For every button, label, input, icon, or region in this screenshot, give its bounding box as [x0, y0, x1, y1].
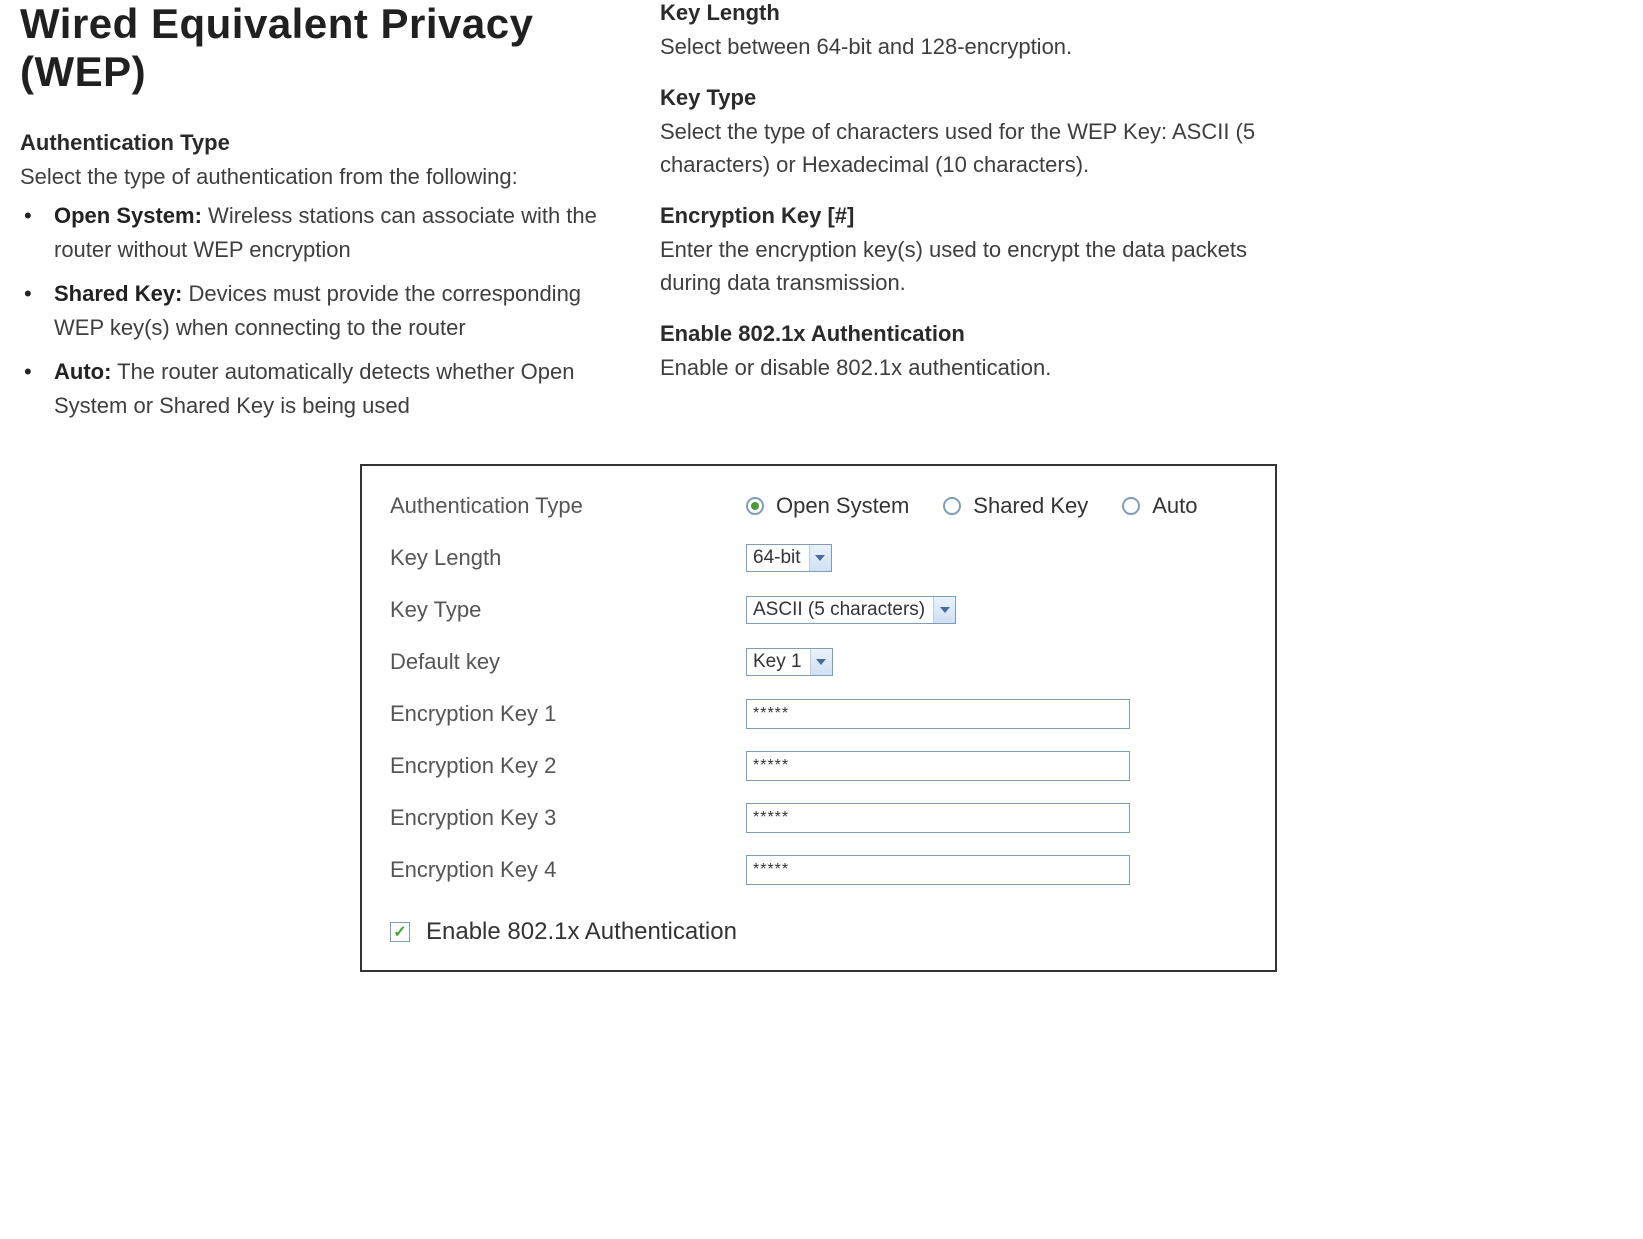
body-8021x: Enable or disable 802.1x authentication. [660, 351, 1280, 384]
body-key-length: Select between 64-bit and 128-encryption… [660, 30, 1280, 63]
select-key-length[interactable]: 64-bit [746, 544, 832, 572]
radio-shared-key-label: Shared Key [973, 493, 1088, 519]
input-encryption-key-2[interactable] [746, 751, 1130, 781]
heading-key-type: Key Type [660, 85, 1280, 111]
list-item: Auto: The router automatically detects w… [20, 355, 620, 423]
label-key-length: Key Length [390, 545, 746, 571]
radio-auto-label: Auto [1152, 493, 1197, 519]
label-ek1: Encryption Key 1 [390, 701, 746, 727]
radio-shared-key[interactable] [943, 497, 961, 515]
label-ek4: Encryption Key 4 [390, 857, 746, 883]
heading-encryption-key: Encryption Key [#] [660, 203, 1280, 229]
radio-open-system[interactable] [746, 497, 764, 515]
heading-8021x: Enable 802.1x Authentication [660, 321, 1280, 347]
heading-auth-type: Authentication Type [20, 130, 620, 156]
body-key-type: Select the type of characters used for t… [660, 115, 1280, 181]
input-encryption-key-3[interactable] [746, 803, 1130, 833]
list-item: Open System: Wireless stations can assoc… [20, 199, 620, 267]
radio-open-system-label: Open System [776, 493, 909, 519]
heading-key-length: Key Length [660, 0, 1280, 26]
select-key-type-value: ASCII (5 characters) [747, 599, 933, 621]
checkbox-enable-8021x[interactable]: ✓ [390, 922, 410, 942]
select-key-type[interactable]: ASCII (5 characters) [746, 596, 956, 624]
body-encryption-key: Enter the encryption key(s) used to encr… [660, 233, 1280, 299]
label-default-key: Default key [390, 649, 746, 675]
list-item: Shared Key: Devices must provide the cor… [20, 277, 620, 345]
label-auth-type: Authentication Type [390, 493, 746, 519]
chevron-down-icon [933, 597, 955, 623]
checkbox-enable-8021x-label: Enable 802.1x Authentication [426, 918, 737, 946]
input-encryption-key-1[interactable] [746, 699, 1130, 729]
radio-auto[interactable] [1122, 497, 1140, 515]
select-default-key[interactable]: Key 1 [746, 648, 833, 676]
select-default-key-value: Key 1 [747, 651, 810, 673]
list-item-lead: Auto: [54, 359, 111, 384]
input-encryption-key-4[interactable] [746, 855, 1130, 885]
list-item-lead: Open System: [54, 203, 202, 228]
auth-type-list: Open System: Wireless stations can assoc… [20, 199, 620, 424]
config-panel: Authentication Type Open System Shared K… [360, 464, 1277, 972]
list-item-lead: Shared Key: [54, 281, 182, 306]
chevron-down-icon [809, 545, 831, 571]
page-title: Wired Equivalent Privacy (WEP) [20, 0, 620, 96]
list-item-body: The router automatically detects whether… [54, 359, 575, 418]
intro-auth-type: Select the type of authentication from t… [20, 160, 620, 193]
select-key-length-value: 64-bit [747, 547, 809, 569]
check-icon: ✓ [393, 922, 406, 942]
label-key-type: Key Type [390, 597, 746, 623]
label-ek3: Encryption Key 3 [390, 805, 746, 831]
label-ek2: Encryption Key 2 [390, 753, 746, 779]
chevron-down-icon [810, 649, 832, 675]
